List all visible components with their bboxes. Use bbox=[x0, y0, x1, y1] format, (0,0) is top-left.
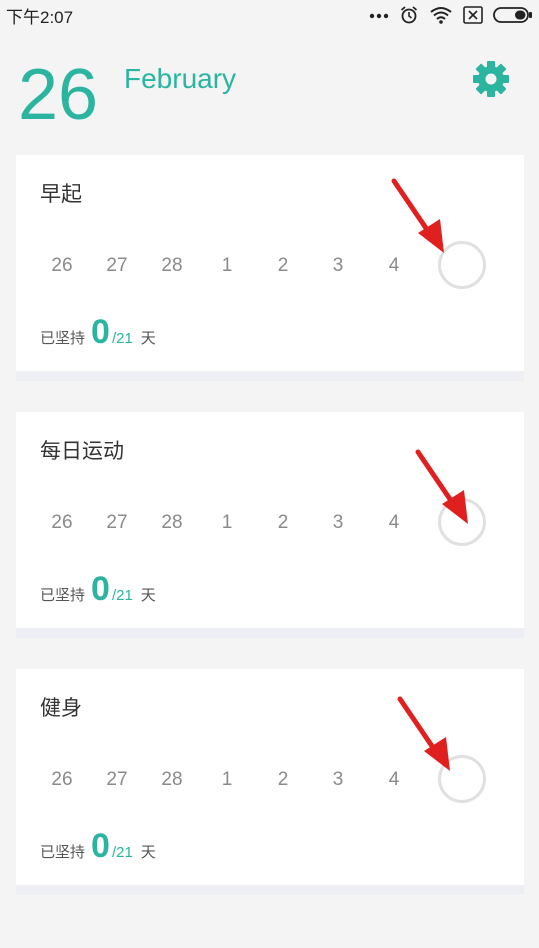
day-cell: 1 bbox=[221, 255, 233, 276]
habit-card-daily-exercise[interactable]: 每日运动 26 27 28 1 2 3 4 已坚持 0 /21 天 bbox=[16, 412, 524, 638]
status-time: 下午2:07 bbox=[6, 7, 74, 27]
habit-card-fitness[interactable]: 健身 26 27 28 1 2 3 4 已坚持 0 /21 天 bbox=[16, 669, 524, 895]
progress-count: 0 bbox=[91, 827, 110, 865]
wifi-icon bbox=[429, 5, 453, 25]
day-cell: 26 bbox=[51, 512, 73, 533]
progress-count: 0 bbox=[91, 570, 110, 608]
gear-icon bbox=[472, 60, 510, 102]
more-dots-icon bbox=[369, 10, 389, 20]
habit-title: 健身 bbox=[40, 696, 82, 720]
day-cell: 2 bbox=[277, 512, 289, 533]
progress-unit: 天 bbox=[140, 329, 156, 347]
status-icons bbox=[369, 5, 533, 25]
day-row: 26 27 28 1 2 3 4 bbox=[40, 251, 420, 281]
progress-prefix: 已坚持 bbox=[40, 843, 86, 861]
current-day: 26 bbox=[18, 55, 99, 135]
battery-icon bbox=[493, 6, 533, 24]
day-cell: 2 bbox=[277, 769, 289, 790]
red-arrow-annotation bbox=[397, 696, 450, 771]
habit-title: 早起 bbox=[40, 182, 82, 206]
day-cell: 26 bbox=[51, 769, 73, 790]
day-cell: 26 bbox=[51, 255, 73, 276]
day-cell: 28 bbox=[161, 255, 183, 276]
habit-card-early-rise[interactable]: 早起 26 27 28 1 2 3 4 已坚持 0 /21 天 bbox=[16, 155, 524, 381]
day-cell: 1 bbox=[221, 769, 233, 790]
progress-total: /21 bbox=[111, 330, 133, 347]
day-cell: 3 bbox=[332, 512, 344, 533]
day-cell: 3 bbox=[332, 769, 344, 790]
habit-title: 每日运动 bbox=[40, 439, 124, 463]
day-cell: 28 bbox=[161, 512, 183, 533]
progress-total: /21 bbox=[111, 844, 133, 861]
date-header: 26 February bbox=[18, 55, 521, 135]
day-cell: 27 bbox=[106, 255, 128, 276]
progress-unit: 天 bbox=[140, 586, 156, 604]
day-row: 26 27 28 1 2 3 4 bbox=[40, 765, 420, 795]
sim-off-icon bbox=[463, 6, 483, 24]
current-month: February bbox=[124, 63, 237, 94]
progress-summary: 已坚持 0 /21 天 bbox=[40, 570, 156, 610]
progress-total: /21 bbox=[111, 587, 133, 604]
progress-prefix: 已坚持 bbox=[40, 586, 86, 604]
day-cell: 3 bbox=[332, 255, 344, 276]
progress-summary: 已坚持 0 /21 天 bbox=[40, 313, 156, 353]
day-cell: 2 bbox=[277, 255, 289, 276]
day-cell: 4 bbox=[388, 255, 400, 276]
progress-summary: 已坚持 0 /21 天 bbox=[40, 827, 156, 867]
progress-unit: 天 bbox=[140, 843, 156, 861]
progress-count: 0 bbox=[91, 313, 110, 351]
progress-prefix: 已坚持 bbox=[40, 329, 86, 347]
day-cell: 27 bbox=[106, 769, 128, 790]
status-bar: 下午2:07 bbox=[0, 0, 539, 30]
day-cell: 28 bbox=[161, 769, 183, 790]
alarm-icon bbox=[399, 5, 419, 25]
day-cell: 27 bbox=[106, 512, 128, 533]
day-row: 26 27 28 1 2 3 4 bbox=[40, 508, 420, 538]
red-arrow-annotation bbox=[391, 178, 444, 253]
settings-button[interactable] bbox=[471, 61, 511, 101]
red-arrow-annotation bbox=[415, 449, 468, 524]
day-cell: 1 bbox=[221, 512, 233, 533]
